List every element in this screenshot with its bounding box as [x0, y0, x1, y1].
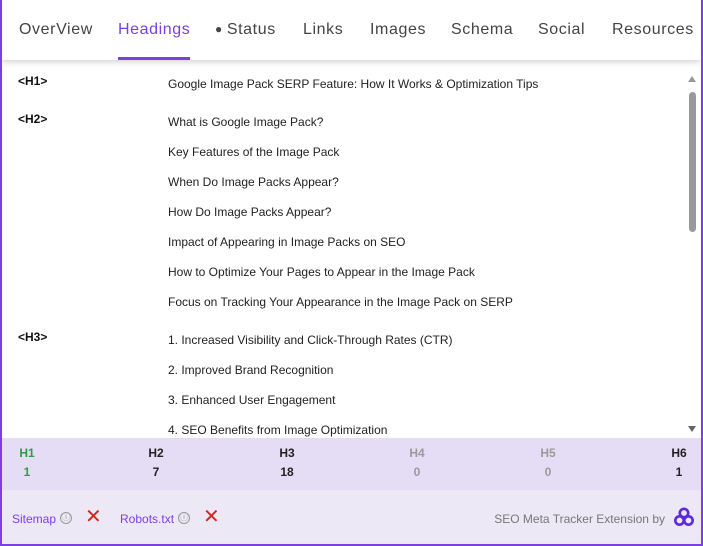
- count-h6: H6 1: [659, 438, 699, 490]
- status-dot-icon: ●: [215, 22, 223, 36]
- tab-headings[interactable]: Headings: [118, 0, 191, 60]
- count-h2: H2 7: [136, 438, 176, 490]
- tab-links[interactable]: Links: [303, 0, 343, 60]
- scroll-down-arrow-icon[interactable]: [688, 426, 696, 432]
- count-value: 1: [675, 465, 683, 479]
- tab-overview[interactable]: OverView: [19, 0, 93, 60]
- h2-tag-label: <H2>: [18, 112, 48, 126]
- tab-resources[interactable]: Resources: [612, 0, 694, 60]
- h2-heading: What is Google Image Pack?: [168, 115, 324, 129]
- count-h5: H5 0: [528, 438, 568, 490]
- h3-heading: 3. Enhanced User Engagement: [168, 393, 336, 407]
- tab-images[interactable]: Images: [370, 0, 426, 60]
- h3-heading: 2. Improved Brand Recognition: [168, 363, 334, 377]
- h2-heading: How to Optimize Your Pages to Appear in …: [168, 265, 475, 279]
- tab-status[interactable]: ● Status: [215, 0, 276, 60]
- count-value: 7: [152, 465, 160, 479]
- h2-heading: Impact of Appearing in Image Packs on SE…: [168, 235, 406, 249]
- tab-bar: OverView Headings ● Status Links Images S…: [2, 0, 701, 60]
- headings-list: <H1> Google Image Pack SERP Feature: How…: [2, 60, 701, 438]
- tab-social[interactable]: Social: [538, 0, 585, 60]
- count-label: H5: [540, 446, 556, 460]
- heading-counts-bar: H1 1 H2 7 H3 18 H4 0 H5 0 H6 1: [2, 438, 701, 490]
- count-label: H6: [671, 446, 687, 460]
- info-icon[interactable]: ⓘ: [178, 512, 190, 524]
- count-h3: H3 18: [267, 438, 307, 490]
- h1-heading: Google Image Pack SERP Feature: How It W…: [168, 77, 539, 91]
- count-value: 1: [23, 465, 31, 479]
- count-value: 18: [280, 465, 294, 479]
- h3-tag-label: <H3>: [18, 330, 48, 344]
- count-label: H2: [148, 446, 164, 460]
- brand-logo-icon[interactable]: [674, 507, 694, 527]
- count-label: H4: [409, 446, 425, 460]
- count-label: H3: [279, 446, 295, 460]
- count-h4: H4 0: [397, 438, 437, 490]
- sitemap-link[interactable]: Sitemap: [12, 512, 56, 526]
- footer: Sitemap ⓘ ✕ Robots.txt ⓘ ✕ SEO Meta Trac…: [2, 490, 701, 544]
- h3-heading: 1. Increased Visibility and Click-Throug…: [168, 333, 453, 347]
- count-value: 0: [413, 465, 421, 479]
- scrollbar-thumb[interactable]: [689, 92, 696, 232]
- h1-tag-label: <H1>: [18, 74, 48, 88]
- h3-heading: 4. SEO Benefits from Image Optimization: [168, 423, 388, 437]
- robots-txt-link[interactable]: Robots.txt: [120, 512, 174, 526]
- h2-heading: Focus on Tracking Your Appearance in the…: [168, 295, 513, 309]
- h2-heading: Key Features of the Image Pack: [168, 145, 340, 159]
- h2-heading: How Do Image Packs Appear?: [168, 205, 332, 219]
- active-tab-indicator: [118, 57, 191, 60]
- count-label: H1: [19, 446, 35, 460]
- extension-panel: OverView Headings ● Status Links Images S…: [0, 0, 703, 546]
- info-icon[interactable]: ⓘ: [60, 512, 72, 524]
- h2-heading: When Do Image Packs Appear?: [168, 175, 339, 189]
- brand-text: SEO Meta Tracker Extension by: [494, 512, 665, 526]
- count-value: 0: [544, 465, 552, 479]
- count-h1: H1 1: [7, 438, 47, 490]
- scroll-up-arrow-icon[interactable]: [688, 76, 696, 82]
- robots-missing-x-icon: ✕: [203, 506, 220, 528]
- tab-schema[interactable]: Schema: [451, 0, 513, 60]
- sitemap-missing-x-icon: ✕: [85, 506, 102, 528]
